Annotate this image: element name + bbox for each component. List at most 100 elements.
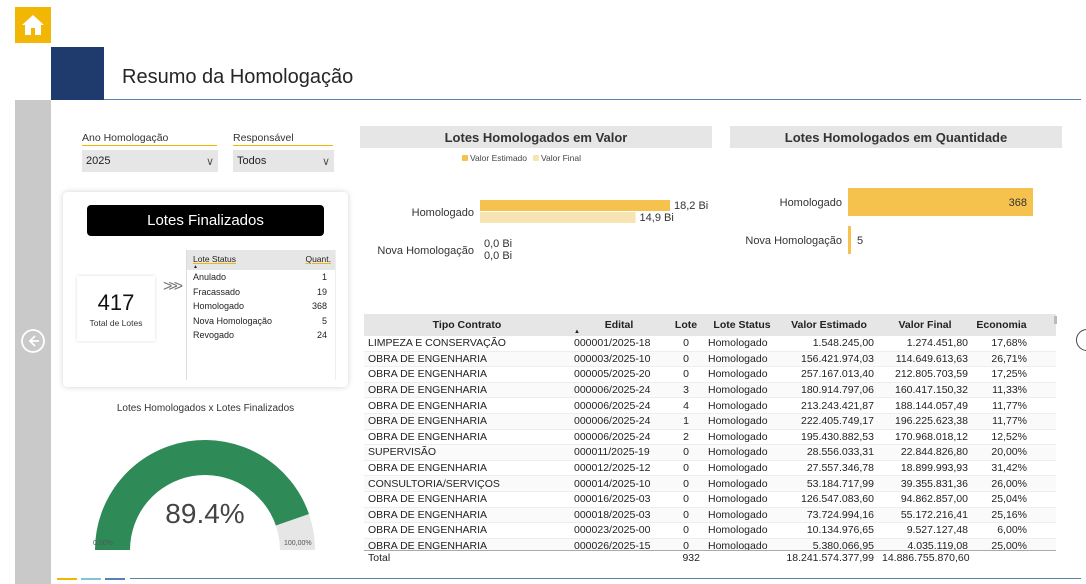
table-row[interactable]: OBRA DE ENGENHARIA 000018/2025-03 0 Homolog… <box>364 507 1056 524</box>
gauge-title: Lotes Homologados x Lotes Finalizados <box>116 403 295 414</box>
lote-cell: 4 <box>683 399 689 412</box>
legend-item-valor-final[interactable]: Valor Final <box>533 153 581 163</box>
lote-cell: 0 <box>683 462 689 475</box>
home-icon <box>22 15 44 35</box>
status-cell: Homologado <box>708 337 768 350</box>
lote-cell: 1 <box>683 415 689 428</box>
edital-cell: 000006/2025-24 <box>574 430 651 443</box>
economia-cell: 26,00% <box>991 477 1027 490</box>
total-valor-estimado: 18.241.574.377,99 <box>786 551 874 564</box>
table-row[interactable]: OBRA DE ENGENHARIA 000012/2025-12 0 Homolog… <box>364 461 1056 477</box>
gauge-fill <box>95 439 309 550</box>
data-label: 0,0 Bi <box>484 238 512 250</box>
table-row[interactable]: LIMPEZA E CONSERVAÇÃO 000001/2025-18 0 Homo… <box>364 336 1056 352</box>
table-row[interactable]: OBRA DE ENGENHARIA 000005/2025-20 0 Homolog… <box>364 367 1056 383</box>
table-row[interactable]: OBRA DE ENGENHARIA 000006/2025-24 2 Homolog… <box>364 430 1056 446</box>
data-label: 368 <box>1009 197 1027 209</box>
status-cell: Homologado <box>708 368 768 381</box>
col-lote-status[interactable]: Lote Status <box>704 319 780 331</box>
valor-final-cell: 212.805.703,59 <box>895 368 968 381</box>
status-cell: Homologado <box>708 415 768 428</box>
total-lotes-label: Total de Lotes <box>89 318 143 328</box>
valor-final-cell: 18.899.993,93 <box>900 462 968 475</box>
sort-asc-icon: ▲ <box>193 264 198 270</box>
col-edital[interactable]: Edital <box>570 319 668 331</box>
lote-cell: 2 <box>683 430 689 443</box>
lote-cell: 3 <box>683 384 689 397</box>
legend-label: Valor Estimado <box>470 153 528 163</box>
valor-estimado-cell: 1.548.245,00 <box>812 337 874 350</box>
table-row[interactable]: OBRA DE ENGENHARIA 000016/2025-03 0 Homolog… <box>364 492 1056 508</box>
lote-cell: 0 <box>683 493 689 506</box>
total-label: Total <box>368 551 391 564</box>
data-label: 14,9 Bi <box>640 212 674 224</box>
tipo-contrato-cell: OBRA DE ENGENHARIA <box>368 352 488 365</box>
dashboard-page: Resumo da Homologação Ano Homologação 20… <box>0 0 1086 584</box>
valor-final-cell: 160.417.150,32 <box>895 384 968 397</box>
quant-bar-chart: Homologado 368 Nova Homologação 5 <box>745 188 1033 254</box>
col-economia[interactable]: Economia <box>972 319 1031 331</box>
economia-cell: 31,42% <box>991 462 1027 475</box>
table-row[interactable]: Revogado 24 <box>187 328 335 343</box>
valor-estimado-cell: 126.547.083,60 <box>801 493 874 506</box>
economia-cell: 25,16% <box>991 508 1027 521</box>
category-label: Homologado <box>412 207 474 219</box>
lotes-finalizados-title[interactable]: Lotes Finalizados <box>87 205 324 236</box>
valor-final-cell: 196.225.623,38 <box>895 415 968 428</box>
col-lote-status[interactable]: Lote Status <box>193 254 236 264</box>
tipo-contrato-cell: OBRA DE ENGENHARIA <box>368 368 488 381</box>
table-row[interactable]: OBRA DE ENGENHARIA 000006/2025-24 1 Homolog… <box>364 413 1056 430</box>
back-arrow-icon[interactable] <box>20 328 46 354</box>
status-cell: Homologado <box>193 301 245 311</box>
edital-cell: 000023/2025-00 <box>574 524 651 537</box>
valor-final-cell: 188.144.057,49 <box>895 399 968 412</box>
table-row[interactable]: OBRA DE ENGENHARIA 000023/2025-00 0 Homolog… <box>364 523 1056 539</box>
filter-responsavel-select[interactable]: Todos ∨ <box>233 150 334 172</box>
table-row[interactable]: OBRA DE ENGENHARIA 000006/2025-24 3 Homolog… <box>364 382 1056 399</box>
table-row[interactable]: Nova Homologação 5 <box>187 314 335 329</box>
tipo-contrato-cell: OBRA DE ENGENHARIA <box>368 508 488 521</box>
table-row[interactable]: OBRA DE ENGENHARIA 000003/2025-10 0 Homolog… <box>364 351 1056 368</box>
table-row[interactable]: Homologado 368 <box>187 299 335 314</box>
edital-cell: 000006/2025-24 <box>574 415 651 428</box>
status-cell: Homologado <box>708 493 768 506</box>
table-scrollbar[interactable] <box>1054 316 1057 324</box>
status-cell: Homologado <box>708 477 768 490</box>
table-row[interactable]: Fracassado 19 <box>187 285 335 300</box>
col-valor-estimado[interactable]: Valor Estimado <box>780 319 878 331</box>
chevron-down-icon: ∨ <box>321 155 330 168</box>
col-quant[interactable]: Quant. <box>305 254 331 264</box>
valor-final-cell: 170.968.018,12 <box>895 430 968 443</box>
legend-item-valor-estimado[interactable]: Valor Estimado <box>462 153 527 163</box>
category-label: Nova Homologação <box>377 245 474 257</box>
filter-ano-select[interactable]: 2025 ∨ <box>82 150 218 172</box>
valor-final-cell: 39.355.831,36 <box>900 477 968 490</box>
home-button[interactable] <box>15 7 51 43</box>
data-label: 0,0 Bi <box>484 250 512 262</box>
table-header: Tipo Contrato Edital Lote Lote Status Va… <box>364 314 1056 336</box>
gauge-chart[interactable] <box>80 420 330 550</box>
edital-cell: 000016/2025-03 <box>574 493 651 506</box>
page-title: Resumo da Homologação <box>122 66 354 88</box>
valor-estimado-cell: 257.167.013,40 <box>801 368 874 381</box>
col-lote[interactable]: Lote <box>668 319 704 331</box>
lote-cell: 0 <box>683 446 689 459</box>
edital-cell: 000005/2025-20 <box>574 368 651 381</box>
tipo-contrato-cell: OBRA DE ENGENHARIA <box>368 462 488 475</box>
status-cell: Revogado <box>193 330 235 340</box>
col-valor-final[interactable]: Valor Final <box>878 319 972 331</box>
col-tipo-contrato[interactable]: Tipo Contrato <box>364 319 570 331</box>
table-row[interactable]: CONSULTORIA/SERVIÇOS 000014/2025-10 0 Homol… <box>364 476 1056 492</box>
table-row[interactable]: SUPERVISÃO 000011/2025-19 0 Homologado 28.55… <box>364 445 1056 461</box>
table-row[interactable]: Anulado 1 <box>187 270 335 285</box>
status-cell: Homologado <box>708 399 768 412</box>
valor-estimado-cell: 180.914.797,06 <box>801 384 874 397</box>
table-row[interactable]: OBRA DE ENGENHARIA 000006/2025-24 4 Homolog… <box>364 398 1056 414</box>
filter-ano-value: 2025 <box>86 155 111 167</box>
economia-cell: 11,77% <box>992 399 1027 412</box>
valor-estimado-cell: 53.184.717,99 <box>806 477 874 490</box>
filter-responsavel-value: Todos <box>237 155 267 167</box>
next-page-icon[interactable] <box>1076 329 1086 351</box>
quant-chart-title: Lotes Homologados em Quantidade <box>730 126 1062 148</box>
quant-cell: 24 <box>316 330 327 340</box>
